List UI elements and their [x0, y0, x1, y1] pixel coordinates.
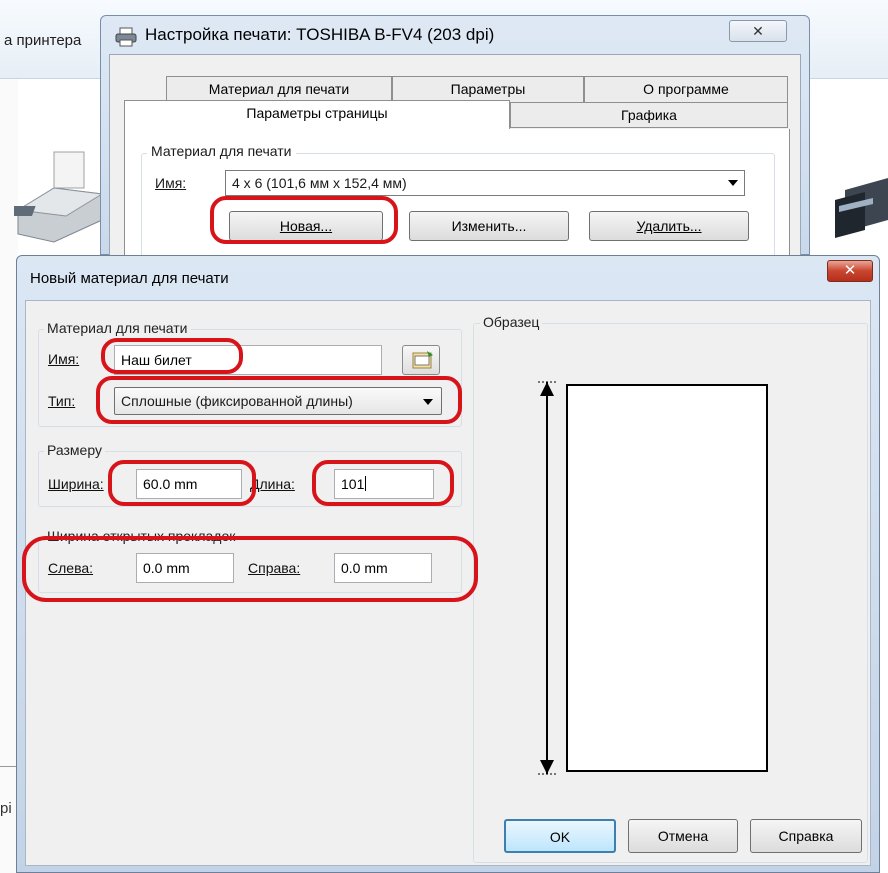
- tab-graphics[interactable]: Графика: [510, 102, 788, 128]
- right-label: Справа:: [248, 560, 300, 576]
- new-media-dialog: Новый материал для печати ✕ Материал для…: [16, 255, 880, 873]
- ok-button[interactable]: OK: [504, 819, 616, 853]
- preview-panel: Образец: [473, 314, 868, 863]
- delete-media-button[interactable]: Удалить...: [589, 211, 749, 241]
- dialog-title: Новый материал для печати: [30, 270, 229, 287]
- width-input[interactable]: 60.0 mm: [136, 469, 242, 499]
- media-group-label: Материал для печати: [147, 143, 296, 159]
- dialog-body: Материал для печати Параметры О программ…: [109, 54, 801, 263]
- type-label: Тип:: [48, 393, 75, 409]
- background-left-text: pi: [0, 800, 12, 817]
- print-preferences-dialog: Настройка печати: TOSHIBA B-FV4 (203 dpi…: [100, 15, 810, 263]
- right-label-text: Справа:: [248, 560, 301, 576]
- background-window-title: а принтера: [4, 32, 82, 49]
- media-group-label: Материал для печати: [44, 320, 191, 336]
- dialog-body: Материал для печати Имя: Наш билет Тип: …: [25, 300, 871, 866]
- left-label-text: Слева:: [48, 560, 94, 576]
- right-liner-input[interactable]: 0.0 mm: [334, 553, 432, 583]
- tab-panel: Материал для печати Имя: 4 x 6 (101,6 мм…: [124, 129, 790, 263]
- length-label: Длина:: [250, 476, 295, 492]
- media-preview-paper: [566, 384, 768, 772]
- length-label-text: Длина:: [250, 476, 295, 492]
- media-name-select[interactable]: 4 x 6 (101,6 мм x 152,4 мм): [225, 170, 745, 196]
- liner-group-label: Ширина открытых прокладок: [44, 528, 239, 544]
- text-cursor: [365, 476, 367, 491]
- dialog-title: Настройка печати: TOSHIBA B-FV4 (203 dpi…: [145, 25, 495, 44]
- media-name-input[interactable]: Наш билет: [114, 345, 382, 375]
- new-media-button[interactable]: Новая...: [229, 211, 383, 241]
- tab-media[interactable]: Материал для печати: [166, 76, 392, 102]
- printer-icon[interactable]: [825, 170, 888, 246]
- close-button[interactable]: ✕: [729, 20, 787, 42]
- delete-media-label: Удалить...: [636, 218, 702, 234]
- size-group-label: Размеру: [44, 442, 105, 458]
- name-label-text: Имя:: [155, 175, 187, 191]
- help-button[interactable]: Справка: [750, 819, 862, 853]
- left-liner-input[interactable]: 0.0 mm: [136, 553, 234, 583]
- name-label: Имя:: [48, 351, 79, 367]
- tab-about[interactable]: О программе: [584, 76, 788, 102]
- chevron-down-icon: [423, 399, 433, 405]
- media-type-select[interactable]: Сплошные (фиксированной длины): [114, 387, 442, 415]
- media-name-value: 4 x 6 (101,6 мм x 152,4 мм): [232, 175, 407, 191]
- name-label-text: Имя:: [48, 351, 80, 367]
- fax-device-icon[interactable]: [14, 150, 106, 246]
- length-input[interactable]: 101: [334, 469, 434, 499]
- browse-button[interactable]: [402, 345, 440, 375]
- left-label: Слева:: [48, 560, 93, 576]
- tab-options[interactable]: Параметры: [392, 76, 584, 102]
- width-label: Ширина:: [48, 476, 104, 492]
- chevron-down-icon: [728, 180, 738, 186]
- preview-label: Образец: [480, 314, 543, 330]
- new-media-label: Новая...: [279, 218, 333, 234]
- close-button[interactable]: ✕: [827, 260, 873, 282]
- name-label: Имя:: [155, 175, 186, 191]
- tab-page-setup[interactable]: Параметры страницы: [124, 100, 510, 130]
- folder-icon: [412, 351, 433, 369]
- length-dimension-arrow-icon: [538, 381, 556, 775]
- length-value: 101: [341, 476, 365, 492]
- media-type-value: Сплошные (фиксированной длины): [121, 393, 353, 409]
- cancel-button[interactable]: Отмена: [628, 819, 738, 853]
- printer-icon: [115, 27, 137, 47]
- type-label-text: Тип:: [48, 393, 76, 409]
- width-label-text: Ширина:: [48, 476, 104, 492]
- edit-media-button[interactable]: Изменить...: [409, 211, 569, 241]
